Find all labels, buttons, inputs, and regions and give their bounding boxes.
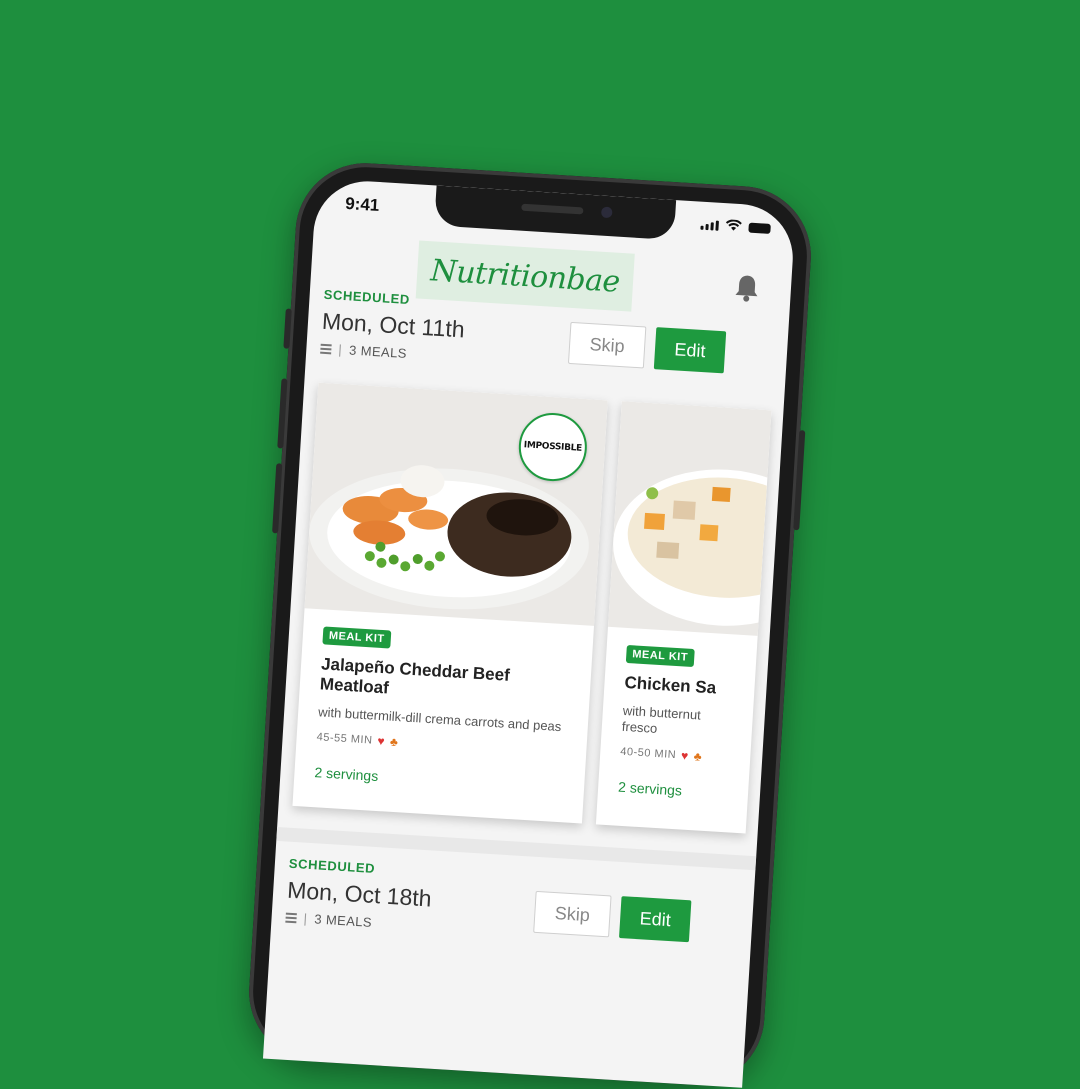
front-camera [600, 206, 613, 219]
meal-card[interactable]: MEAL KIT Chicken Sa with butternut fresc… [595, 401, 772, 834]
volume-down-button [272, 463, 283, 534]
phone-frame: 9:41 Nutritionbae SCHEDULED Mon, Oct 11t… [245, 159, 815, 1089]
meal-count-text: 3 MEALS [348, 342, 408, 361]
mute-switch [283, 308, 292, 349]
edit-button[interactable]: Edit [618, 896, 692, 943]
carrot-icon: ♣ [693, 749, 703, 764]
status-icons [700, 218, 771, 234]
impossible-badge-text: IMPOSSIBLE [523, 440, 583, 454]
wifi-icon [725, 219, 742, 231]
meal-count-text: 3 MEALS [313, 911, 373, 930]
list-icon [320, 343, 332, 354]
signal-icon [700, 220, 719, 231]
meal-kit-badge: MEAL KIT [625, 644, 695, 668]
meal-card-body: MEAL KIT Jalapeño Cheddar Beef Meatloaf … [292, 608, 594, 823]
skip-button[interactable]: Skip [533, 890, 612, 938]
phone-screen: 9:41 Nutritionbae SCHEDULED Mon, Oct 11t… [262, 178, 796, 1088]
meal-time: 45-55 MIN ♥ ♣ [316, 730, 566, 759]
skip-button[interactable]: Skip [567, 321, 647, 369]
meal-card[interactable]: IMPOSSIBLE MEAL KIT Jalapeño Cheddar Bee… [292, 382, 608, 824]
status-time: 9:41 [344, 193, 380, 216]
meal-subtitle: with buttermilk-dill crema carrots and p… [317, 704, 562, 735]
meta-separator: | [303, 910, 308, 926]
meal-photo [607, 401, 772, 636]
carrot-icon: ♣ [389, 734, 399, 750]
heart-icon: ♥ [680, 748, 690, 763]
meal-title: Chicken Sa [624, 672, 717, 698]
heart-icon: ♥ [377, 733, 386, 749]
bell-icon[interactable] [732, 272, 762, 309]
meal-photo: IMPOSSIBLE [304, 382, 608, 626]
meta-separator: | [337, 341, 343, 358]
meal-time-text: 45-55 MIN [316, 731, 373, 747]
meal-subtitle: with butternut fresco [621, 702, 702, 736]
meal-title: Jalapeño Cheddar Beef Meatloaf [319, 654, 511, 698]
meal-kit-badge: MEAL KIT [322, 626, 392, 649]
list-icon [285, 912, 297, 923]
meal-time: 40-50 MIN ♥ ♣ [620, 745, 731, 766]
meal-servings: 2 servings [617, 778, 683, 799]
meal-time-text: 40-50 MIN [620, 745, 677, 762]
volume-up-button [277, 378, 288, 449]
edit-button[interactable]: Edit [653, 327, 727, 374]
battery-icon [748, 222, 771, 234]
meal-servings: 2 servings [314, 764, 379, 785]
speaker [521, 203, 584, 215]
meal-card-body: MEAL KIT Chicken Sa with butternut fresc… [596, 627, 758, 834]
power-button [793, 430, 806, 531]
notch [434, 185, 677, 241]
